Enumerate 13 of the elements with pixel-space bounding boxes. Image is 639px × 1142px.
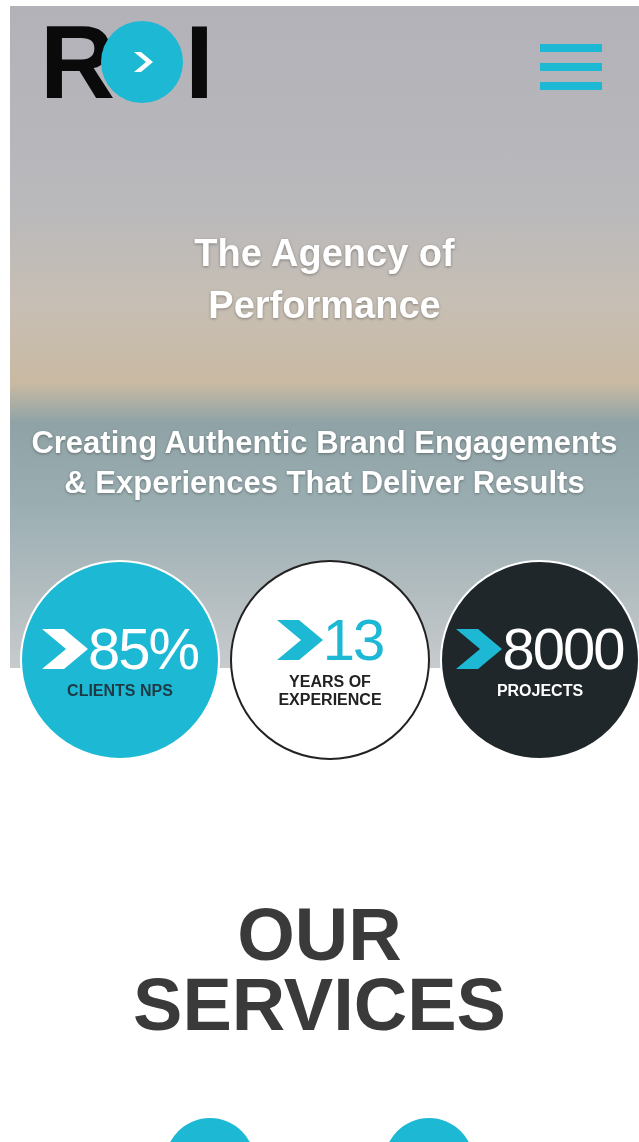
stat-label: CLIENTS NPS (66, 682, 174, 700)
logo-letter: I (185, 22, 214, 102)
chevron-icon (456, 629, 503, 669)
chevron-icon (276, 620, 323, 660)
services-heading: OUR SERVICES (132, 900, 507, 1040)
stat-value: 8000 (502, 620, 624, 678)
chevron-icon (41, 629, 88, 669)
stat-value: 13 (322, 611, 384, 669)
stat-value: 85% (87, 620, 199, 678)
hero-subtitle: Creating Authentic Brand Engagements & Experiences That Deliver Results (30, 424, 619, 502)
stat-label: YEARS OF EXPERIENCE (277, 673, 383, 709)
hero-title: The Agency of Performance (193, 231, 456, 328)
stat-label: PROJECTS (495, 682, 585, 700)
